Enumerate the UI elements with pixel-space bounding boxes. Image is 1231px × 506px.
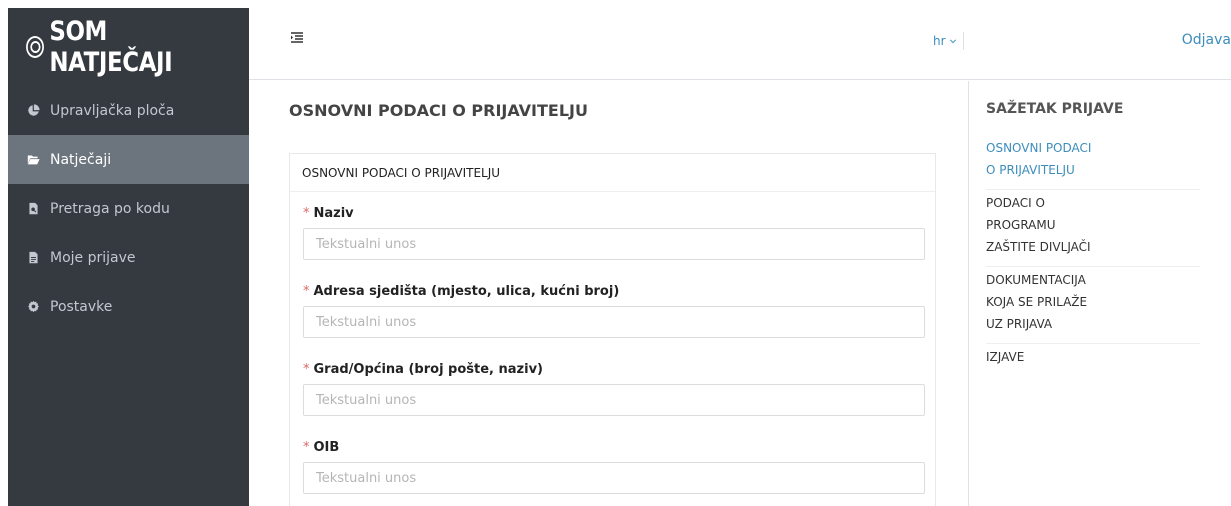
field-label: * Adresa sjedišta (mjesto, ulica, kućni b… <box>303 284 620 299</box>
field-grad-opcina: * Grad/Općina (broj pošte, naziv) <box>303 362 925 416</box>
grad-opcina-input[interactable] <box>303 384 925 416</box>
application-summary: SAŽETAK PRIJAVE OSNOVNI PODACI O PRIJAVI… <box>968 81 1231 506</box>
summary-list: OSNOVNI PODACI O PRIJAVITELJU PODACI O P… <box>986 135 1200 376</box>
summary-item-basic-data[interactable]: OSNOVNI PODACI O PRIJAVITELJU <box>986 135 1200 190</box>
required-marker: * <box>303 440 310 455</box>
oib-input[interactable] <box>303 462 925 494</box>
applicant-form-card: OSNOVNI PODACI O PRIJAVITELJU *Naziv *Ad… <box>289 153 936 506</box>
sidebar-item-dashboard[interactable]: Upravljačka ploča <box>8 86 249 135</box>
required-marker: * <box>303 284 310 299</box>
field-label: * Naziv <box>303 206 354 221</box>
sidebar-item-label: Postavke <box>50 298 113 315</box>
field-label: * OIB <box>303 440 340 455</box>
card-header: OSNOVNI PODACI O PRIJAVITELJU <box>290 154 935 192</box>
folder-open-icon <box>26 153 40 167</box>
field-naziv: * Naziv <box>303 206 925 260</box>
logout-link[interactable]: Odjava <box>1182 32 1231 48</box>
pie-chart-icon <box>26 104 40 118</box>
app-root: SOM NATJEČAJI Upravljačka ploča Natječaj… <box>0 0 1231 506</box>
logo-icon <box>26 36 45 58</box>
naziv-input[interactable] <box>303 228 925 260</box>
sidebar-item-label: Upravljačka ploča <box>50 102 175 119</box>
main-content: OSNOVNI PODACI O PRIJAVITELJU OSNOVNI PO… <box>249 81 968 506</box>
summary-item-statements[interactable]: IZJAVE <box>986 344 1200 376</box>
sidebar-item-code-search[interactable]: Pretraga po kodu <box>8 184 249 233</box>
menu-collapse-icon[interactable] <box>289 30 305 46</box>
top-header: hr Odjava <box>249 8 1231 80</box>
brand-logo[interactable]: SOM NATJEČAJI <box>26 8 231 86</box>
file-text-icon <box>26 251 40 265</box>
summary-item-documentation[interactable]: DOKUMENTACIJA KOJA SE PRILAŽE UZ PRIJAVA <box>986 267 1200 344</box>
summary-title: SAŽETAK PRIJAVE <box>986 101 1124 117</box>
logo-text: SOM NATJEČAJI <box>49 16 173 78</box>
header-divider <box>963 32 964 50</box>
field-oib: * OIB <box>303 440 925 494</box>
sidebar-item-natjecaji[interactable]: Natječaji <box>8 135 249 184</box>
required-marker: * <box>303 362 310 377</box>
chevron-down-icon <box>949 34 957 48</box>
sidebar-item-my-applications[interactable]: Moje prijave <box>8 233 249 282</box>
sidebar-item-label: Natječaji <box>50 151 112 168</box>
gear-icon <box>26 300 40 314</box>
sidebar-item-settings[interactable]: Postavke <box>8 282 249 331</box>
sidebar-item-label: Moje prijave <box>50 249 136 266</box>
page-title: OSNOVNI PODACI O PRIJAVITELJU <box>289 101 588 120</box>
required-marker: * <box>303 206 310 221</box>
adresa-input[interactable] <box>303 306 925 338</box>
sidebar-item-label: Pretraga po kodu <box>50 200 170 217</box>
sidebar: SOM NATJEČAJI Upravljačka ploča Natječaj… <box>8 8 249 506</box>
summary-item-program[interactable]: PODACI O PROGRAMU ZAŠTITE DIVLJAČI <box>986 190 1200 267</box>
file-search-icon <box>26 202 40 216</box>
language-code: hr <box>933 34 946 48</box>
language-selector[interactable]: hr <box>933 32 964 50</box>
field-adresa: * Adresa sjedišta (mjesto, ulica, kućni b… <box>303 284 925 338</box>
sidebar-nav: Upravljačka ploča Natječaji Pretraga po … <box>8 86 249 331</box>
field-label: * Grad/Općina (broj pošte, naziv) <box>303 362 543 377</box>
